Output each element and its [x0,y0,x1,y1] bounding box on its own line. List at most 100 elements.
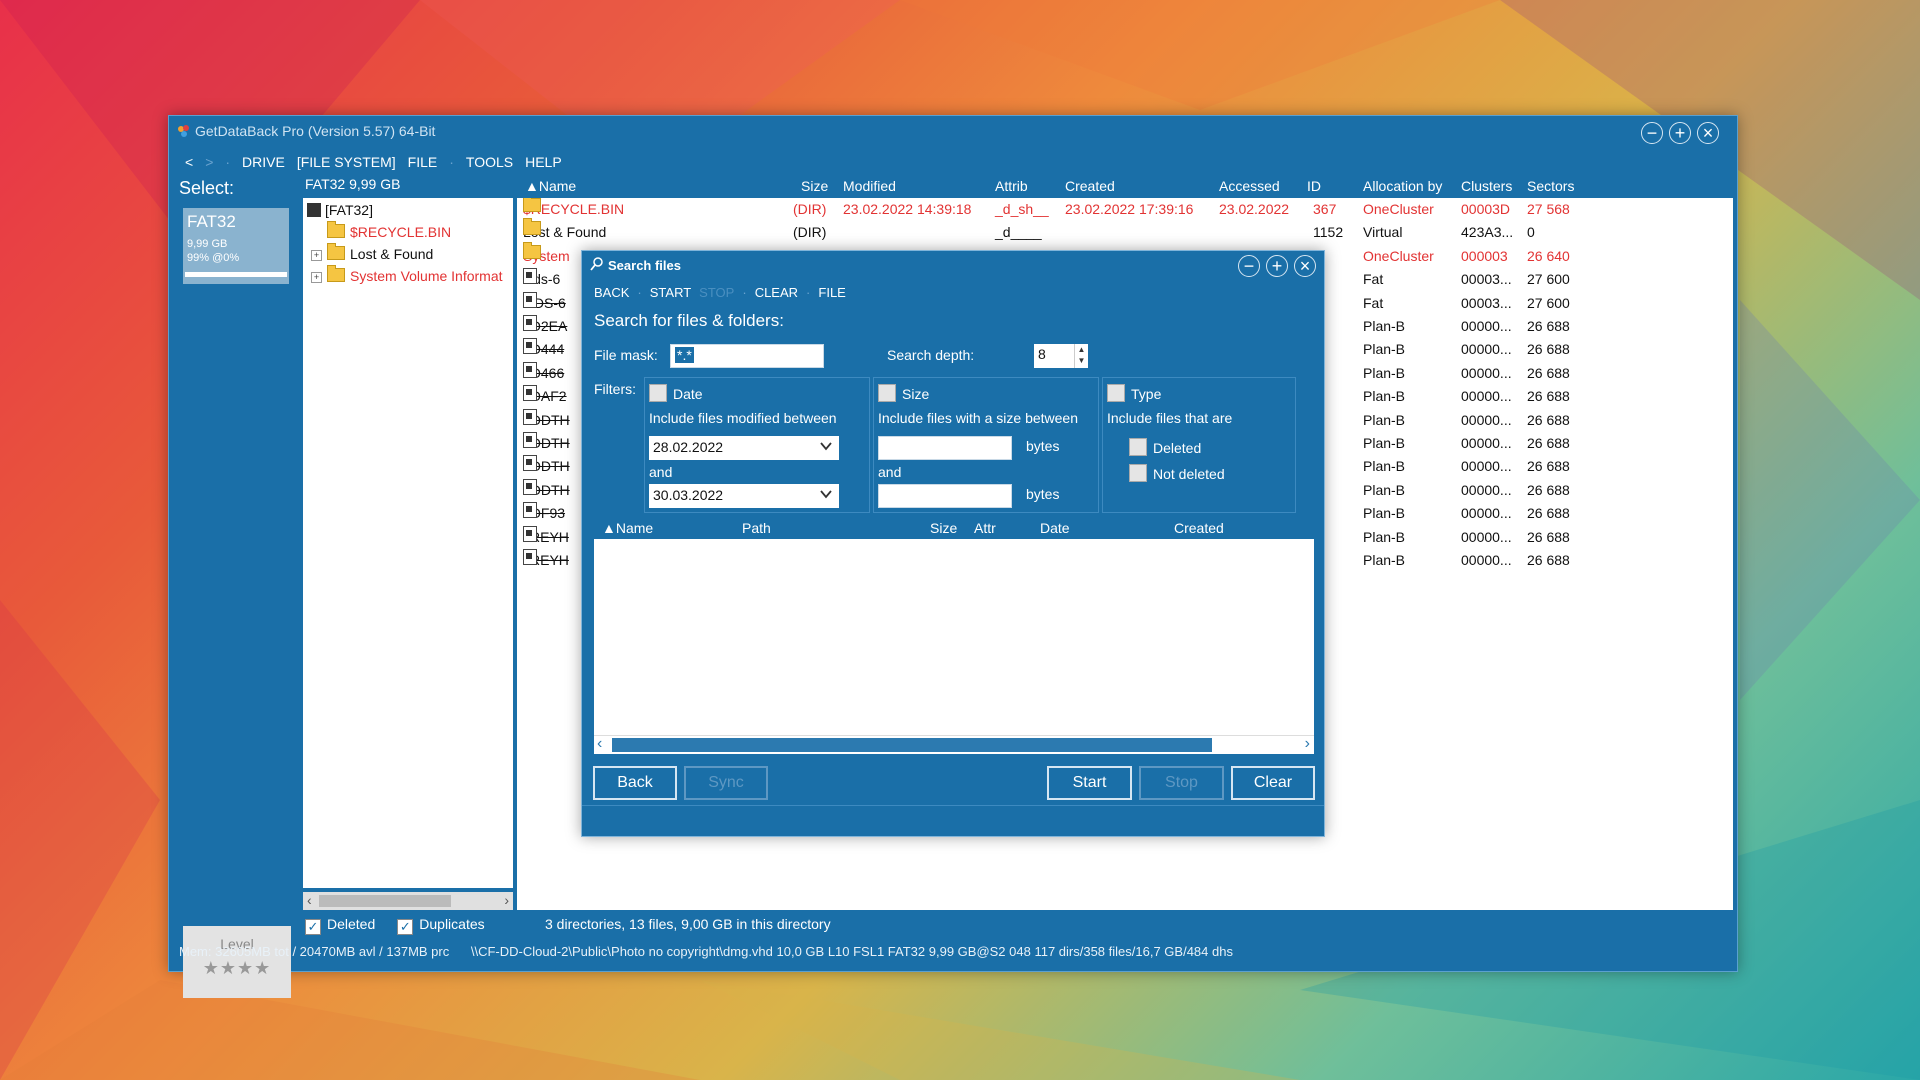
expand-icon[interactable]: + [311,272,322,283]
date-filter-checkbox[interactable]: Date [649,384,703,402]
size-unit-label: bytes [1026,486,1060,502]
date-and-label: and [649,464,673,480]
size-min-input[interactable] [878,436,1012,460]
menu-drive[interactable]: DRIVE [236,154,291,170]
results-column-created[interactable]: Created [1174,520,1224,536]
size-unit-label: bytes [1026,438,1060,454]
start-button[interactable]: Start [1047,766,1132,800]
menu-help[interactable]: HELP [519,154,568,170]
close-icon[interactable]: × [1697,122,1719,144]
cell-sectors: 26 688 [1527,388,1570,405]
deleted-checkbox[interactable]: ✓ Deleted [305,916,375,935]
table-row[interactable]: $RECYCLE.BIN (DIR) 23.02.2022 14:39:18 _d_s… [517,198,1733,221]
back-button[interactable]: Back [593,766,677,800]
folder-tree[interactable]: [FAT32] $RECYCLE.BIN + Lost & Found + Syst… [303,198,513,888]
cell-alloc: Virtual [1363,224,1403,241]
tree-scrollbar[interactable]: ‹ › [303,892,513,910]
scroll-right-icon[interactable]: › [504,892,509,908]
drive-card-fat32[interactable]: FAT32 9,99 GB 99% @0% [183,208,289,284]
dialog-menu-clear[interactable]: CLEAR [755,285,806,300]
folder-icon [327,243,345,260]
date-to-select[interactable]: 30.03.2022 [649,484,839,508]
column-accessed[interactable]: Accessed [1219,178,1280,194]
menu-file-system[interactable]: [FILE SYSTEM] [291,154,402,170]
dialog-menu-start[interactable]: START [650,285,699,300]
status-bar: Mem: 32605MB tot / 20470MB avl / 137MB p… [179,944,1233,959]
cell-name: xOAF2 [523,385,567,408]
column-modified[interactable]: Modified [843,178,896,194]
column-attrib[interactable]: Attrib [995,178,1028,194]
tree-item-system-volume[interactable]: + System Volume Informat [311,265,503,287]
dialog-menu-file[interactable]: FILE [818,285,853,300]
column-name[interactable]: ▲Name [525,178,576,194]
date-filter-group: Date Include files modified between 28.0… [644,377,870,513]
cell-name: xODTH [523,408,570,432]
spinner-arrows-icon[interactable]: ▲ ▼ [1074,344,1088,368]
menu-back[interactable]: < [179,154,199,170]
results-column-date[interactable]: Date [1040,520,1070,536]
results-column-path[interactable]: Path [742,520,771,536]
scroll-right-icon[interactable]: › [1305,735,1310,753]
check-icon: ✓ [305,919,321,935]
sync-button[interactable]: Sync [684,766,768,800]
scroll-left-icon[interactable]: ‹ [597,735,602,753]
table-row[interactable]: Lost & Found (DIR) _d____ 1152 Virtual 423A3.… [517,218,1733,244]
cell-sectors: 27 600 [1527,294,1570,311]
type-filter-checkbox[interactable]: Type [1107,384,1161,402]
column-sectors[interactable]: Sectors [1527,178,1574,194]
cell-clusters: 00000... [1461,458,1512,475]
cell-name: xREYH [523,525,569,549]
column-id[interactable]: ID [1307,178,1321,194]
results-list[interactable] [594,539,1314,735]
file-list-header: ▲Name Size Modified Attrib Created Acces… [517,176,1733,198]
expand-icon[interactable]: + [311,250,322,261]
menu-forward[interactable]: > [199,154,219,170]
cell-clusters: 00000... [1461,388,1512,405]
search-depth-stepper[interactable]: 8 [1034,344,1074,368]
cell-sectors: 26 688 [1527,318,1570,334]
cell-clusters: 00000... [1461,341,1512,358]
column-clusters[interactable]: Clusters [1461,178,1512,194]
minimize-icon[interactable]: − [1641,122,1663,144]
column-size[interactable]: Size [801,178,828,194]
dialog-menu-back[interactable]: BACK [594,285,637,300]
cell-name: xIDS-6 [523,291,566,315]
file-mask-input[interactable]: *.* [670,344,824,368]
drive-icon [307,203,321,217]
scroll-left-icon[interactable]: ‹ [307,892,312,908]
close-icon[interactable]: × [1294,255,1316,277]
size-max-input[interactable] [878,484,1012,508]
tree-scroll-thumb[interactable] [319,895,451,907]
tree-item-recycle-bin[interactable]: $RECYCLE.BIN [327,221,451,243]
minimize-icon[interactable]: − [1238,255,1260,277]
menu-tools[interactable]: TOOLS [460,154,519,170]
cell-alloc: Plan-B [1363,528,1406,545]
date-from-select[interactable]: 28.02.2022 [649,436,839,460]
size-filter-checkbox[interactable]: Size [878,384,929,402]
clear-button[interactable]: Clear [1231,766,1315,800]
column-created[interactable]: Created [1065,178,1115,194]
tree-item-root[interactable]: [FAT32] [307,199,373,221]
type-deleted-checkbox[interactable]: Deleted [1129,438,1201,456]
dialog-menu-stop[interactable]: STOP [699,285,742,300]
stop-button[interactable]: Stop [1139,766,1224,800]
menu-file[interactable]: FILE [402,154,444,170]
type-not-deleted-checkbox[interactable]: Not deleted [1129,464,1225,482]
select-panel: Select: FAT32 9,99 GB 99% @0% Level ★★★★ [179,176,291,998]
results-column-size[interactable]: Size [930,520,957,536]
results-column-attr[interactable]: Attr [974,520,996,536]
cell-clusters: 00000... [1461,435,1512,451]
results-column-name[interactable]: ▲Name [602,520,653,536]
chevron-down-icon [820,490,832,499]
cell-clusters: 00003... [1461,271,1512,288]
cell-name: xODTH [523,455,570,478]
duplicates-checkbox[interactable]: ✓ Duplicates [397,916,485,935]
column-allocation[interactable]: Allocation by [1363,178,1442,194]
maximize-icon[interactable]: + [1669,122,1691,144]
tree-item-lost-found[interactable]: + Lost & Found [311,243,433,265]
results-scrollbar[interactable]: ‹ › [594,735,1314,754]
file-icon [523,315,537,331]
cell-sectors: 26 688 [1527,458,1570,475]
maximize-icon[interactable]: + [1266,255,1288,277]
results-scroll-thumb[interactable] [612,738,1212,752]
